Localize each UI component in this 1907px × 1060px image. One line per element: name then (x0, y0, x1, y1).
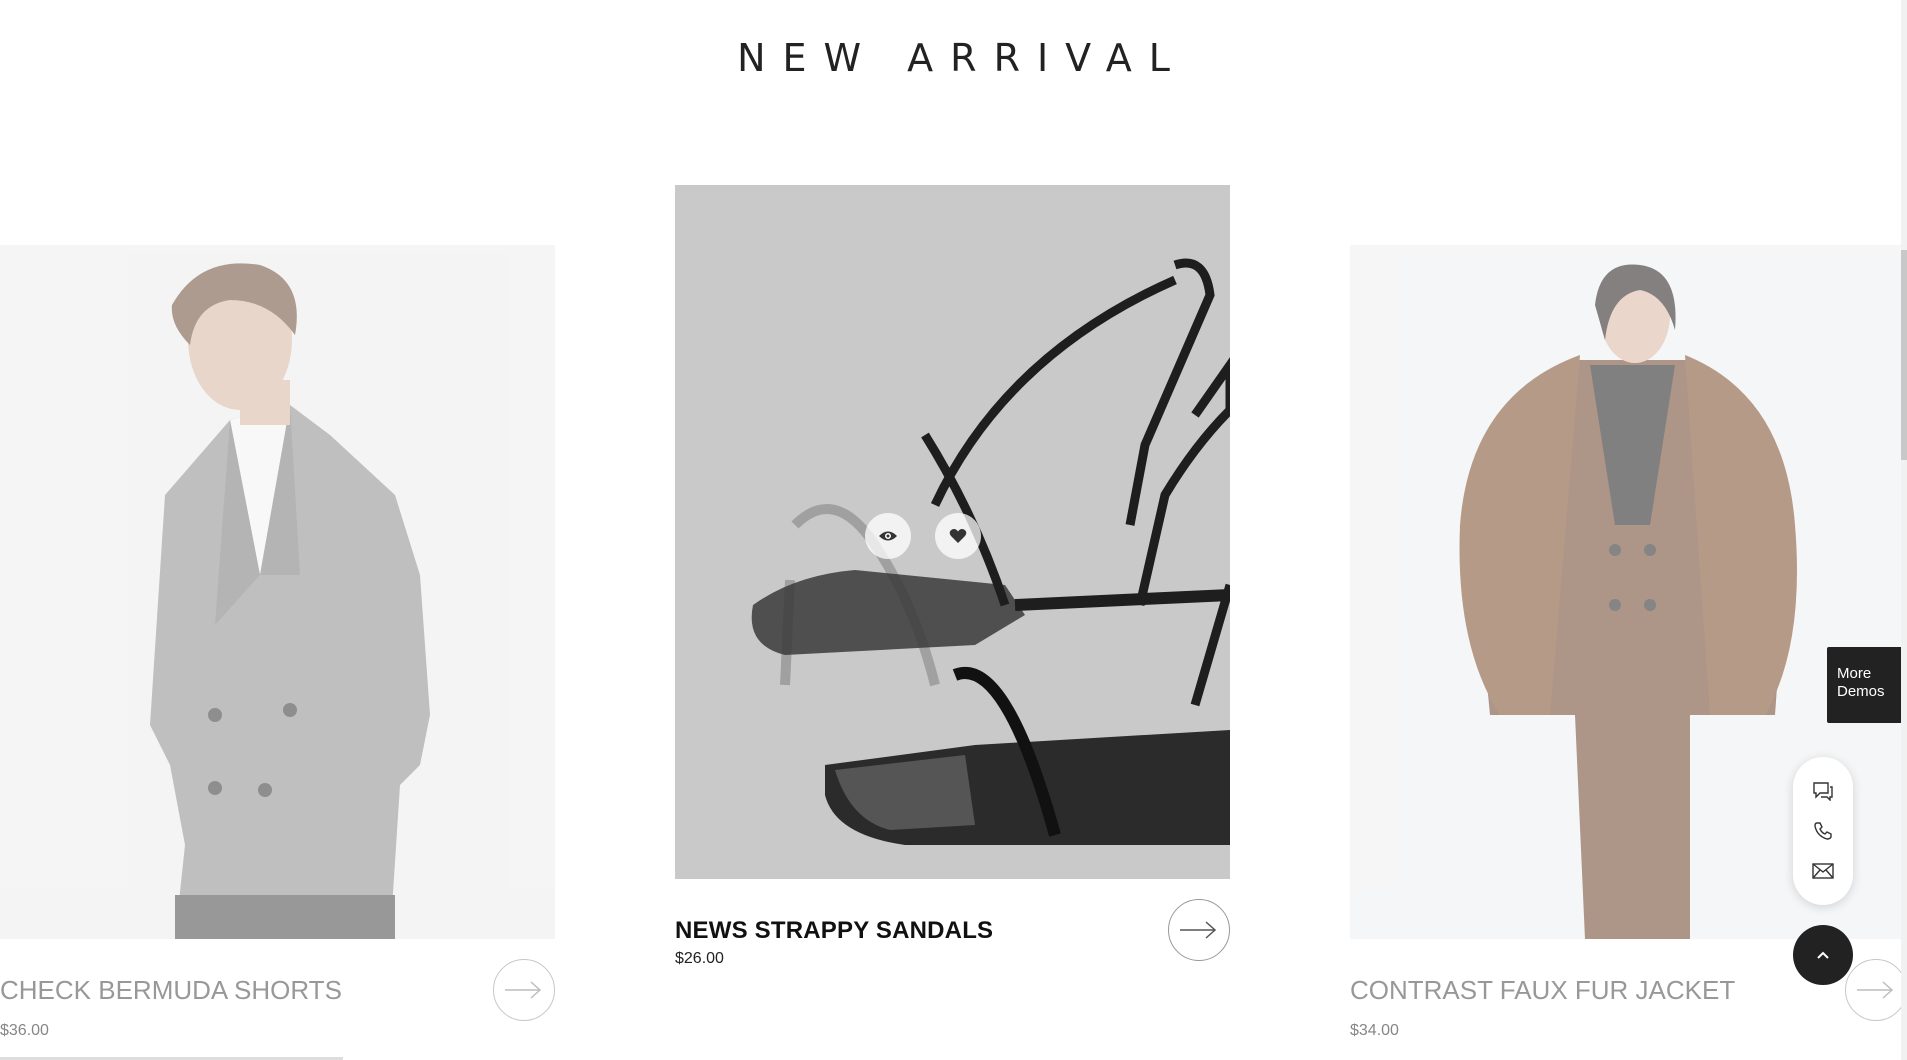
view-product-button[interactable] (493, 959, 555, 1021)
view-product-button[interactable] (1845, 959, 1907, 1021)
product-price: $36.00 (0, 1022, 49, 1039)
email-button[interactable] (1811, 860, 1835, 882)
eye-icon (879, 531, 897, 541)
product-card[interactable]: CHECK BERMUDA SHORTS $36.00 (0, 245, 555, 1060)
product-title[interactable]: NEWS STRAPPY SANDALS (675, 917, 993, 945)
phone-icon (1814, 822, 1832, 840)
quick-view-button[interactable] (865, 513, 911, 559)
product-title[interactable]: CONTRAST FAUX FUR JACKET (1350, 975, 1735, 1006)
heart-icon (949, 529, 967, 543)
mail-icon (1812, 863, 1834, 879)
chat-button[interactable] (1811, 780, 1835, 802)
call-button[interactable] (1811, 820, 1835, 842)
product-price: $34.00 (1350, 1022, 1399, 1039)
arrow-right-icon (1857, 981, 1894, 999)
contact-widget (1793, 757, 1853, 905)
scrollbar-thumb[interactable] (1901, 250, 1907, 460)
product-title[interactable]: CHECK BERMUDA SHORTS (0, 975, 342, 1006)
more-demos-button[interactable]: More Demos (1827, 647, 1903, 723)
product-image[interactable] (0, 245, 555, 939)
chevron-up-icon (1817, 951, 1829, 959)
product-card[interactable]: NEWS STRAPPY SANDALS $26.00 (675, 185, 1230, 1000)
chat-icon (1813, 782, 1833, 801)
more-demos-label-2: Demos (1837, 683, 1885, 700)
page-scrollbar[interactable] (1901, 0, 1907, 1060)
arrow-right-icon (505, 981, 542, 999)
view-product-button[interactable] (1168, 899, 1230, 961)
arrow-right-icon (1180, 921, 1217, 939)
scroll-to-top-button[interactable] (1793, 925, 1853, 985)
section-title: NEW ARRIVAL (737, 36, 1187, 80)
product-price: $26.00 (675, 950, 724, 967)
hover-actions (865, 513, 981, 559)
more-demos-label-1: More (1837, 665, 1872, 682)
wishlist-button[interactable] (935, 513, 981, 559)
